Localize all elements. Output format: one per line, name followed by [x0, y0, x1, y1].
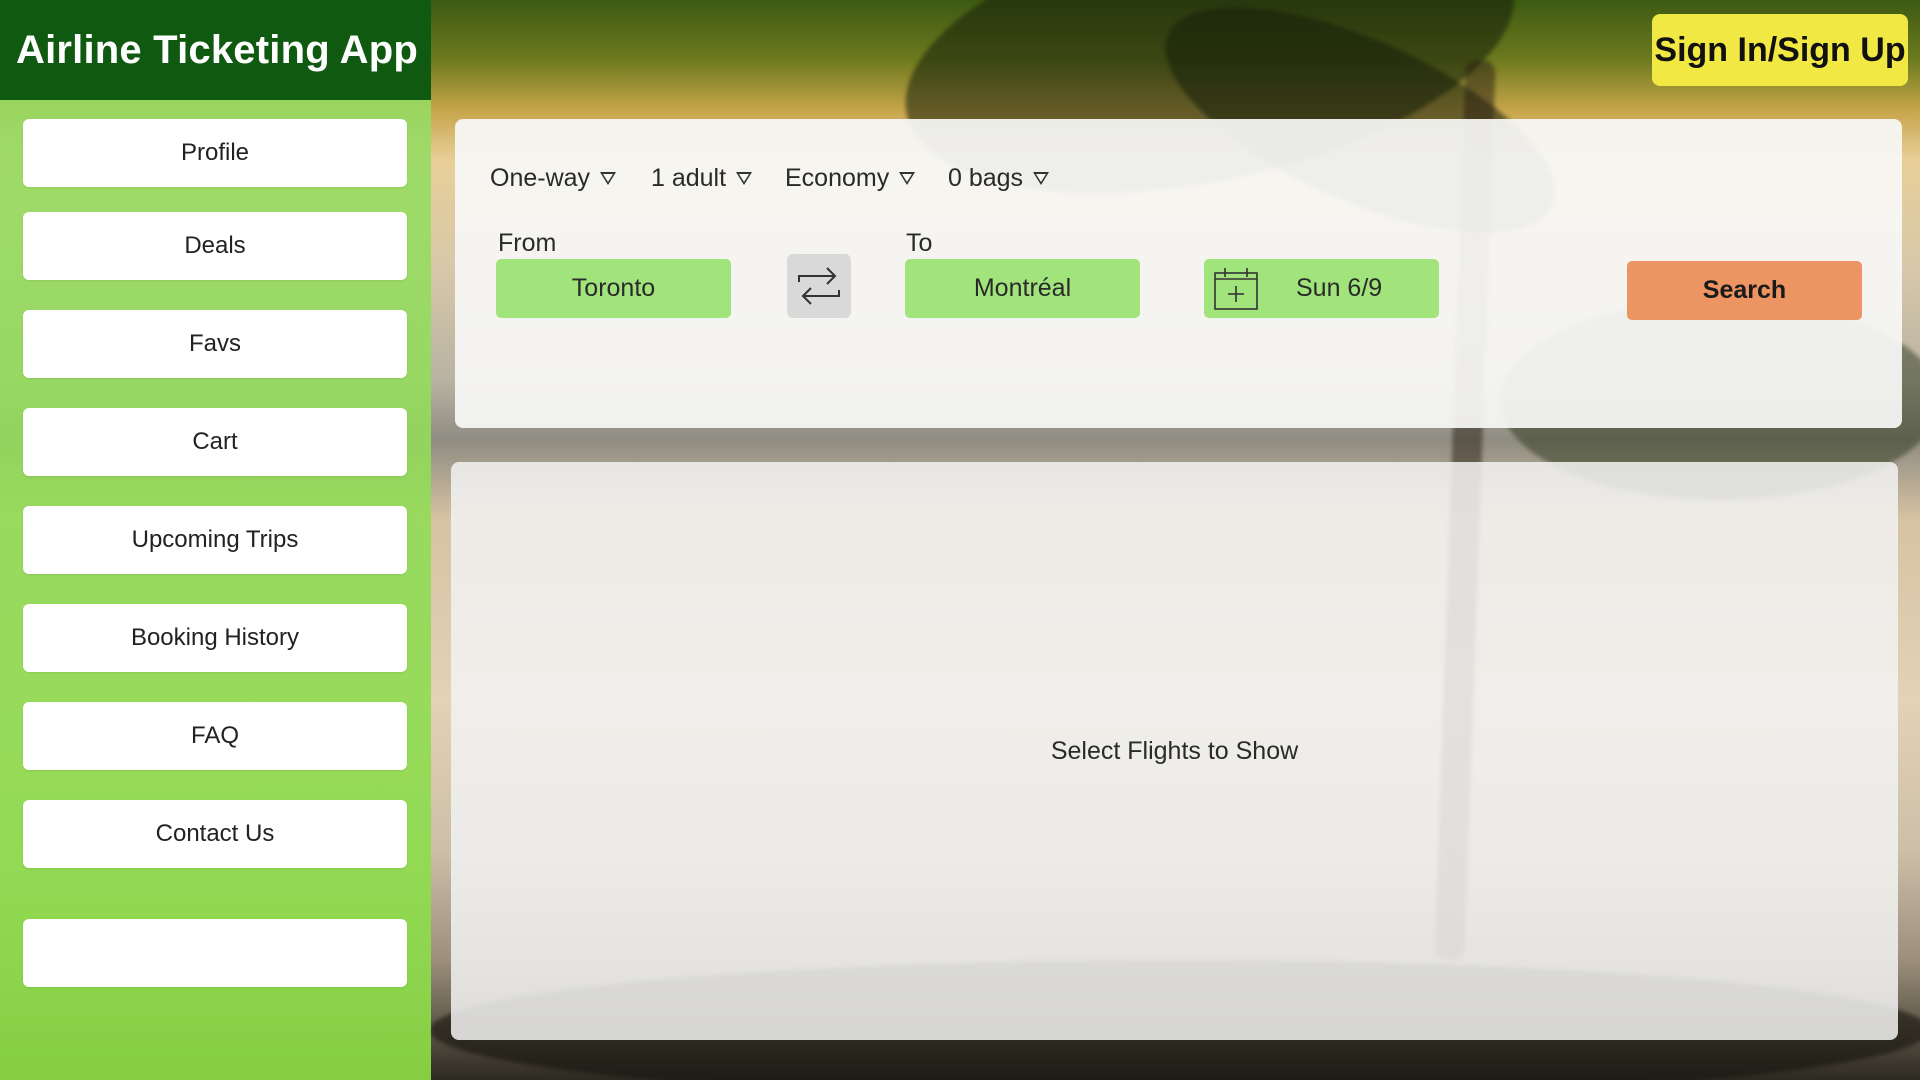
date-picker-field[interactable]: Sun 6/9 — [1204, 259, 1439, 318]
triangle-down-icon — [899, 171, 916, 185]
triangle-down-icon — [600, 171, 617, 185]
flight-search-panel: One-way 1 adult Economy 0 bags From Toro… — [455, 119, 1902, 428]
sidebar-item-booking-history[interactable]: Booking History — [23, 604, 407, 672]
triangle-down-icon — [736, 171, 753, 185]
signin-signup-button[interactable]: Sign In/Sign Up — [1652, 14, 1908, 86]
sidebar-item-faq[interactable]: FAQ — [23, 702, 407, 770]
triangle-down-icon — [1033, 171, 1050, 185]
search-button[interactable]: Search — [1627, 261, 1862, 320]
sidebar-item-deals[interactable]: Deals — [23, 212, 407, 280]
sidebar-item-cart[interactable]: Cart — [23, 408, 407, 476]
cabin-class-value: Economy — [785, 163, 890, 192]
swap-arrows-icon — [798, 267, 840, 305]
sidebar-item-empty[interactable] — [23, 919, 407, 987]
sidebar-item-favs[interactable]: Favs — [23, 310, 407, 378]
sidebar-item-contact-us[interactable]: Contact Us — [23, 800, 407, 868]
sidebar: Profile Deals Favs Cart Upcoming Trips B… — [0, 100, 431, 1080]
date-value: Sun 6/9 — [1296, 274, 1383, 302]
bags-dropdown[interactable]: 0 bags — [948, 161, 1050, 195]
empty-results-message: Select Flights to Show — [1050, 736, 1299, 765]
cabin-class-dropdown[interactable]: Economy — [785, 161, 916, 195]
trip-type-dropdown[interactable]: One-way — [490, 161, 617, 195]
to-label: To — [906, 229, 933, 257]
app-title: Airline Ticketing App — [16, 27, 419, 72]
passengers-dropdown[interactable]: 1 adult — [651, 161, 753, 195]
from-field[interactable]: Toronto — [496, 259, 731, 318]
results-panel: Select Flights to Show — [451, 462, 1898, 1040]
app-header: Airline Ticketing App — [0, 0, 431, 100]
trip-type-value: One-way — [490, 163, 591, 192]
passengers-value: 1 adult — [651, 163, 727, 192]
to-field[interactable]: Montréal — [905, 259, 1140, 318]
bags-value: 0 bags — [948, 163, 1024, 192]
sidebar-item-profile[interactable]: Profile — [23, 119, 407, 187]
swap-locations-button[interactable] — [787, 254, 851, 318]
sidebar-item-upcoming-trips[interactable]: Upcoming Trips — [23, 506, 407, 574]
calendar-add-icon — [1214, 267, 1258, 310]
from-label: From — [498, 229, 557, 257]
